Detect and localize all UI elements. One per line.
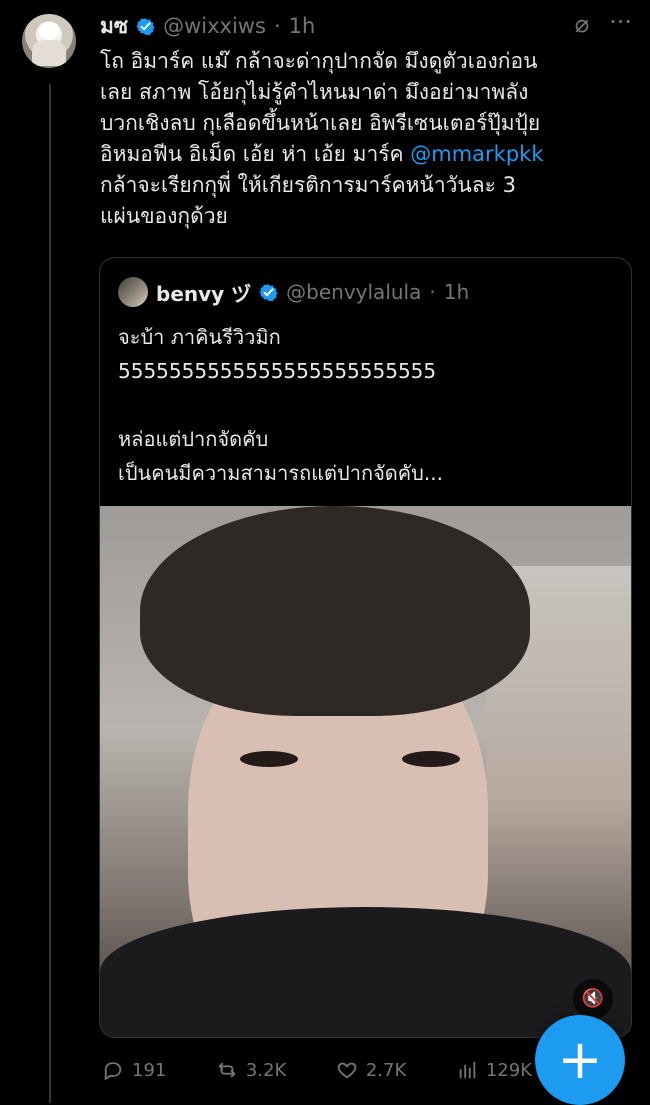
compose-button[interactable]: + xyxy=(535,1015,625,1105)
verified-badge-icon xyxy=(259,283,278,301)
tweet-text: โถ อิมาร์ค แม๊ กล้าจะด่ากุปากจัด มึงดูตั… xyxy=(100,46,612,232)
grok-icon[interactable]: ⌀ xyxy=(568,10,596,38)
mute-icon[interactable]: 🔇 xyxy=(573,979,613,1019)
repost-count: 3.2K xyxy=(245,1059,287,1081)
person-hair xyxy=(140,506,530,716)
tweet-line-3: บวกเชิงลบ กุเลือดขึ้นหน้าเลย อิพรีเซนเตอ… xyxy=(100,111,541,135)
author-avatar[interactable] xyxy=(22,14,76,68)
person-shirt xyxy=(100,907,631,1037)
tweet-line-5: กล้าจะเรียกกุพี่ ให้เกียรติการมาร์คหน้าว… xyxy=(100,173,516,197)
reply-button[interactable]: 191 xyxy=(102,1059,166,1081)
left-eye xyxy=(240,751,298,767)
tweet-line-2: เลย สภาพ โอ้ยกุไม่รู้คำไหนมาด่า มึงอย่าม… xyxy=(100,80,529,104)
quote-text: จะบ้า ภาคินรีวิวมิก 55555555555555555555… xyxy=(118,325,443,485)
quote-video[interactable]: 🔇 xyxy=(100,506,631,1037)
views-icon xyxy=(459,1061,476,1079)
reply-icon xyxy=(104,1062,122,1081)
quote-time[interactable]: 1h xyxy=(444,280,469,304)
tweet-line-6: แผ่นของกุด้วย xyxy=(100,204,228,228)
mention-link[interactable]: @mmarkpkk xyxy=(410,142,543,166)
like-icon xyxy=(337,1062,357,1079)
reply-count: 191 xyxy=(132,1059,167,1081)
quote-author-name[interactable]: benvy ヅ xyxy=(156,278,251,307)
like-button[interactable]: 2.7K xyxy=(336,1059,406,1081)
author-handle[interactable]: @wixxiws xyxy=(163,14,266,38)
tweet-line-1: โถ อิมาร์ค แม๊ กล้าจะด่ากุปากจัด มึงดูตั… xyxy=(100,49,538,73)
verified-badge-icon xyxy=(136,17,155,35)
more-icon[interactable]: ··· xyxy=(609,10,632,34)
quote-avatar[interactable] xyxy=(118,277,148,307)
thread-line xyxy=(49,84,51,1103)
tweet-actions: 191 3.2K 2.7K 129K xyxy=(102,1055,532,1085)
quote-header: benvy ヅ @benvylalula · 1h xyxy=(118,276,469,308)
quoted-tweet[interactable]: benvy ヅ @benvylalula · 1h จะบ้า ภาคินรีว… xyxy=(99,257,632,1038)
views-button[interactable]: 129K xyxy=(456,1059,532,1081)
avatar-body xyxy=(32,40,66,66)
author-name[interactable]: มซ xyxy=(100,10,128,43)
repost-icon xyxy=(218,1062,236,1078)
like-count: 2.7K xyxy=(365,1059,407,1081)
avatar-face xyxy=(39,22,59,40)
time-separator: · xyxy=(273,14,281,38)
tweet-line-4: อิหมอฟีน อิเม็ด เอ้ย ห่า เอ้ย มาร์ค xyxy=(100,142,411,166)
right-eye xyxy=(402,751,460,767)
tweet-header: มซ @wixxiws · 1h xyxy=(100,12,630,40)
quote-time-separator: · xyxy=(429,280,436,304)
repost-button[interactable]: 3.2K xyxy=(216,1059,286,1081)
view-count: 129K xyxy=(485,1059,532,1081)
compose-icon: + xyxy=(557,1028,603,1091)
tweet-time[interactable]: 1h xyxy=(289,14,316,38)
quote-author-handle[interactable]: @benvylalula xyxy=(286,280,421,304)
